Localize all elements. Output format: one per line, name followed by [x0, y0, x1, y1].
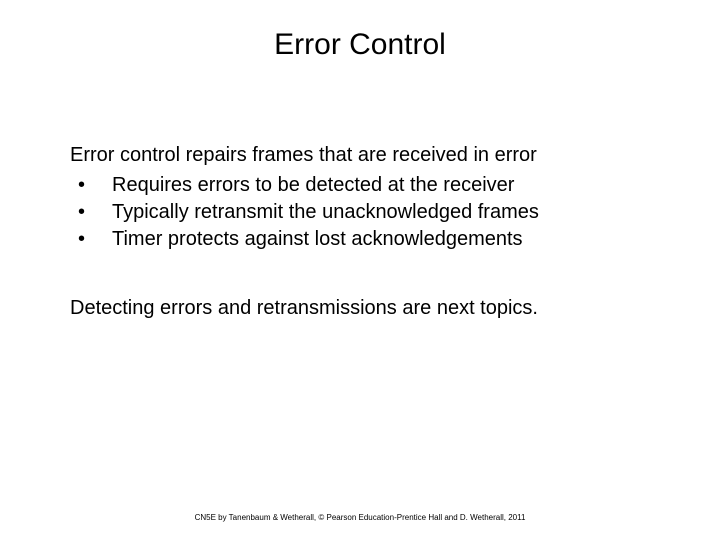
list-item: Timer protects against lost acknowledgem… — [78, 226, 670, 253]
list-item: Typically retransmit the unacknowledged … — [78, 199, 670, 226]
list-item: Requires errors to be detected at the re… — [78, 172, 670, 199]
slide-content: Error control repairs frames that are re… — [50, 142, 670, 321]
intro-text: Error control repairs frames that are re… — [70, 142, 670, 168]
slide-container: Error Control Error control repairs fram… — [0, 0, 720, 540]
slide-title: Error Control — [50, 28, 670, 62]
conclusion-text: Detecting errors and retransmissions are… — [70, 295, 670, 321]
bullet-list: Requires errors to be detected at the re… — [78, 172, 670, 253]
footer-text: CN5E by Tanenbaum & Wetherall, © Pearson… — [0, 513, 720, 522]
